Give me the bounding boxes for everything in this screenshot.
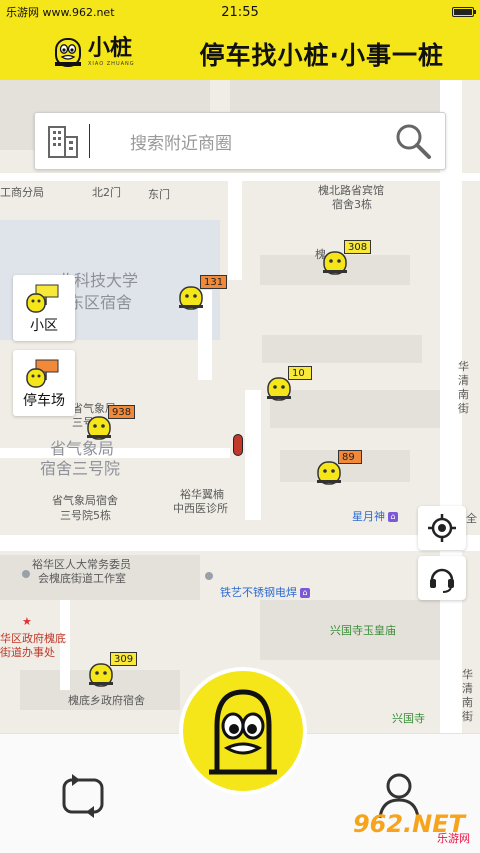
- parking-count-badge: 938: [108, 405, 136, 419]
- map-label: 北2门: [92, 186, 121, 199]
- map-label: 铁艺不锈钢电焊 ⌂: [220, 586, 310, 600]
- map-label: 兴国寺: [392, 712, 425, 725]
- map-label: 华: [462, 668, 473, 681]
- app-logo: 小桩 XIAO ZHUANG: [52, 36, 135, 68]
- parking-marker[interactable]: 10: [266, 366, 314, 406]
- map-label: 宿舍3栋: [332, 198, 372, 211]
- map-label: 裕华翼楠: [180, 488, 224, 501]
- logo-subtitle: XIAO ZHUANG: [88, 61, 135, 67]
- text-cursor: [89, 124, 90, 158]
- map-label: 工商分局: [0, 186, 44, 199]
- battery-fill: [454, 9, 472, 15]
- parking-mascot-icon: [26, 359, 59, 388]
- search-bar[interactable]: 搜索附近商圈: [34, 112, 446, 170]
- refresh-icon[interactable]: [58, 770, 108, 820]
- map-label: 街道办事处: [0, 646, 55, 659]
- status-time: 21:55: [221, 4, 259, 20]
- parking-count-badge: 308: [344, 240, 372, 254]
- government-pin-icon: ★: [22, 615, 32, 628]
- map-label: 宿舍三号院: [40, 459, 121, 478]
- map-label: 东门: [148, 188, 170, 201]
- map-label: 东区宿舍: [68, 293, 133, 312]
- parking-lot-filter-button[interactable]: 停车场: [13, 350, 75, 416]
- building-icon[interactable]: [43, 121, 83, 161]
- map-label: 星月神 ⌂: [352, 510, 398, 524]
- poi-name: 铁艺不锈钢电焊: [220, 586, 297, 599]
- mascot-marker-icon: [87, 416, 111, 440]
- map-block: [230, 80, 440, 114]
- map-label: 兴国寺玉皇庙: [330, 624, 396, 637]
- map-label: 会槐底街道工作室: [38, 572, 126, 585]
- status-bar: 乐游网 www.962.net 21:55: [0, 0, 480, 24]
- poi-name: 星月神: [352, 510, 385, 523]
- map-road: [228, 180, 242, 280]
- battery-icon: [452, 7, 476, 17]
- shop-icon: ⌂: [300, 588, 310, 598]
- parking-marker[interactable]: 131: [178, 275, 228, 315]
- watermark-subtext: 乐游网: [437, 832, 470, 845]
- search-icon[interactable]: [393, 121, 433, 161]
- crosshair-icon: [428, 514, 456, 542]
- mascot-marker-icon: [317, 461, 341, 485]
- customer-service-button[interactable]: [418, 556, 466, 600]
- map-label: 华区政府槐底: [0, 632, 66, 645]
- map-road: [0, 535, 480, 551]
- mascot-marker-icon: [267, 377, 291, 401]
- parking-count-badge: 131: [200, 275, 228, 289]
- headset-icon: [430, 568, 454, 593]
- map-label: 裕华区人大常务委员: [32, 558, 131, 571]
- parking-lot-filter-label: 停车场: [23, 393, 65, 409]
- search-input[interactable]: 搜索附近商圈: [130, 129, 393, 154]
- watermark-logo: 962.NET 乐游网: [342, 800, 476, 848]
- mascot-face-icon: [209, 689, 277, 775]
- parking-marker[interactable]: 938: [86, 405, 136, 445]
- map-label: 街: [462, 710, 473, 723]
- mascot-marker-icon: [323, 251, 347, 275]
- map-label: 华: [458, 360, 469, 373]
- map-block: [262, 335, 422, 363]
- parking-marker[interactable]: 308: [322, 240, 372, 280]
- map-label: 中西医诊所: [173, 502, 228, 515]
- map-label: 全: [466, 512, 477, 525]
- parking-marker[interactable]: 89: [316, 450, 364, 490]
- mascot-marker-icon: [179, 286, 203, 310]
- mascot-marker-icon: [89, 663, 113, 687]
- map-road: [0, 448, 230, 458]
- mascot-logo-icon: [55, 38, 81, 67]
- map-label: 三号院5栋: [60, 509, 111, 522]
- parking-count-badge: 309: [110, 652, 138, 666]
- poi-dot: [205, 572, 213, 580]
- map-label: 南: [458, 388, 469, 401]
- map-label: 清: [462, 682, 473, 695]
- user-car-icon: [233, 434, 243, 456]
- map-label: 街: [458, 402, 469, 415]
- map-label: 省气象局宿舍: [52, 494, 118, 507]
- poi-dot: [22, 570, 30, 578]
- community-filter-button[interactable]: 小区: [13, 275, 75, 341]
- locate-me-button[interactable]: [418, 506, 466, 550]
- map-label: 槐北路省宾馆: [318, 184, 384, 197]
- logo-name: 小桩: [88, 36, 133, 61]
- map-label: 南: [462, 696, 473, 709]
- community-filter-label: 小区: [30, 318, 58, 334]
- header-slogan: 停车找小桩·小事一桩: [199, 41, 444, 70]
- map-label: 清: [458, 374, 469, 387]
- shop-icon: ⌂: [388, 512, 398, 522]
- parking-marker[interactable]: 309: [88, 652, 138, 692]
- app-header: 小桩 XIAO ZHUANG 停车找小桩·小事一桩: [0, 24, 480, 80]
- community-mascot-icon: [26, 284, 59, 313]
- map-road: [245, 390, 261, 520]
- map-label: 槐底乡政府宿舍: [68, 694, 145, 707]
- find-parking-button[interactable]: [183, 671, 303, 791]
